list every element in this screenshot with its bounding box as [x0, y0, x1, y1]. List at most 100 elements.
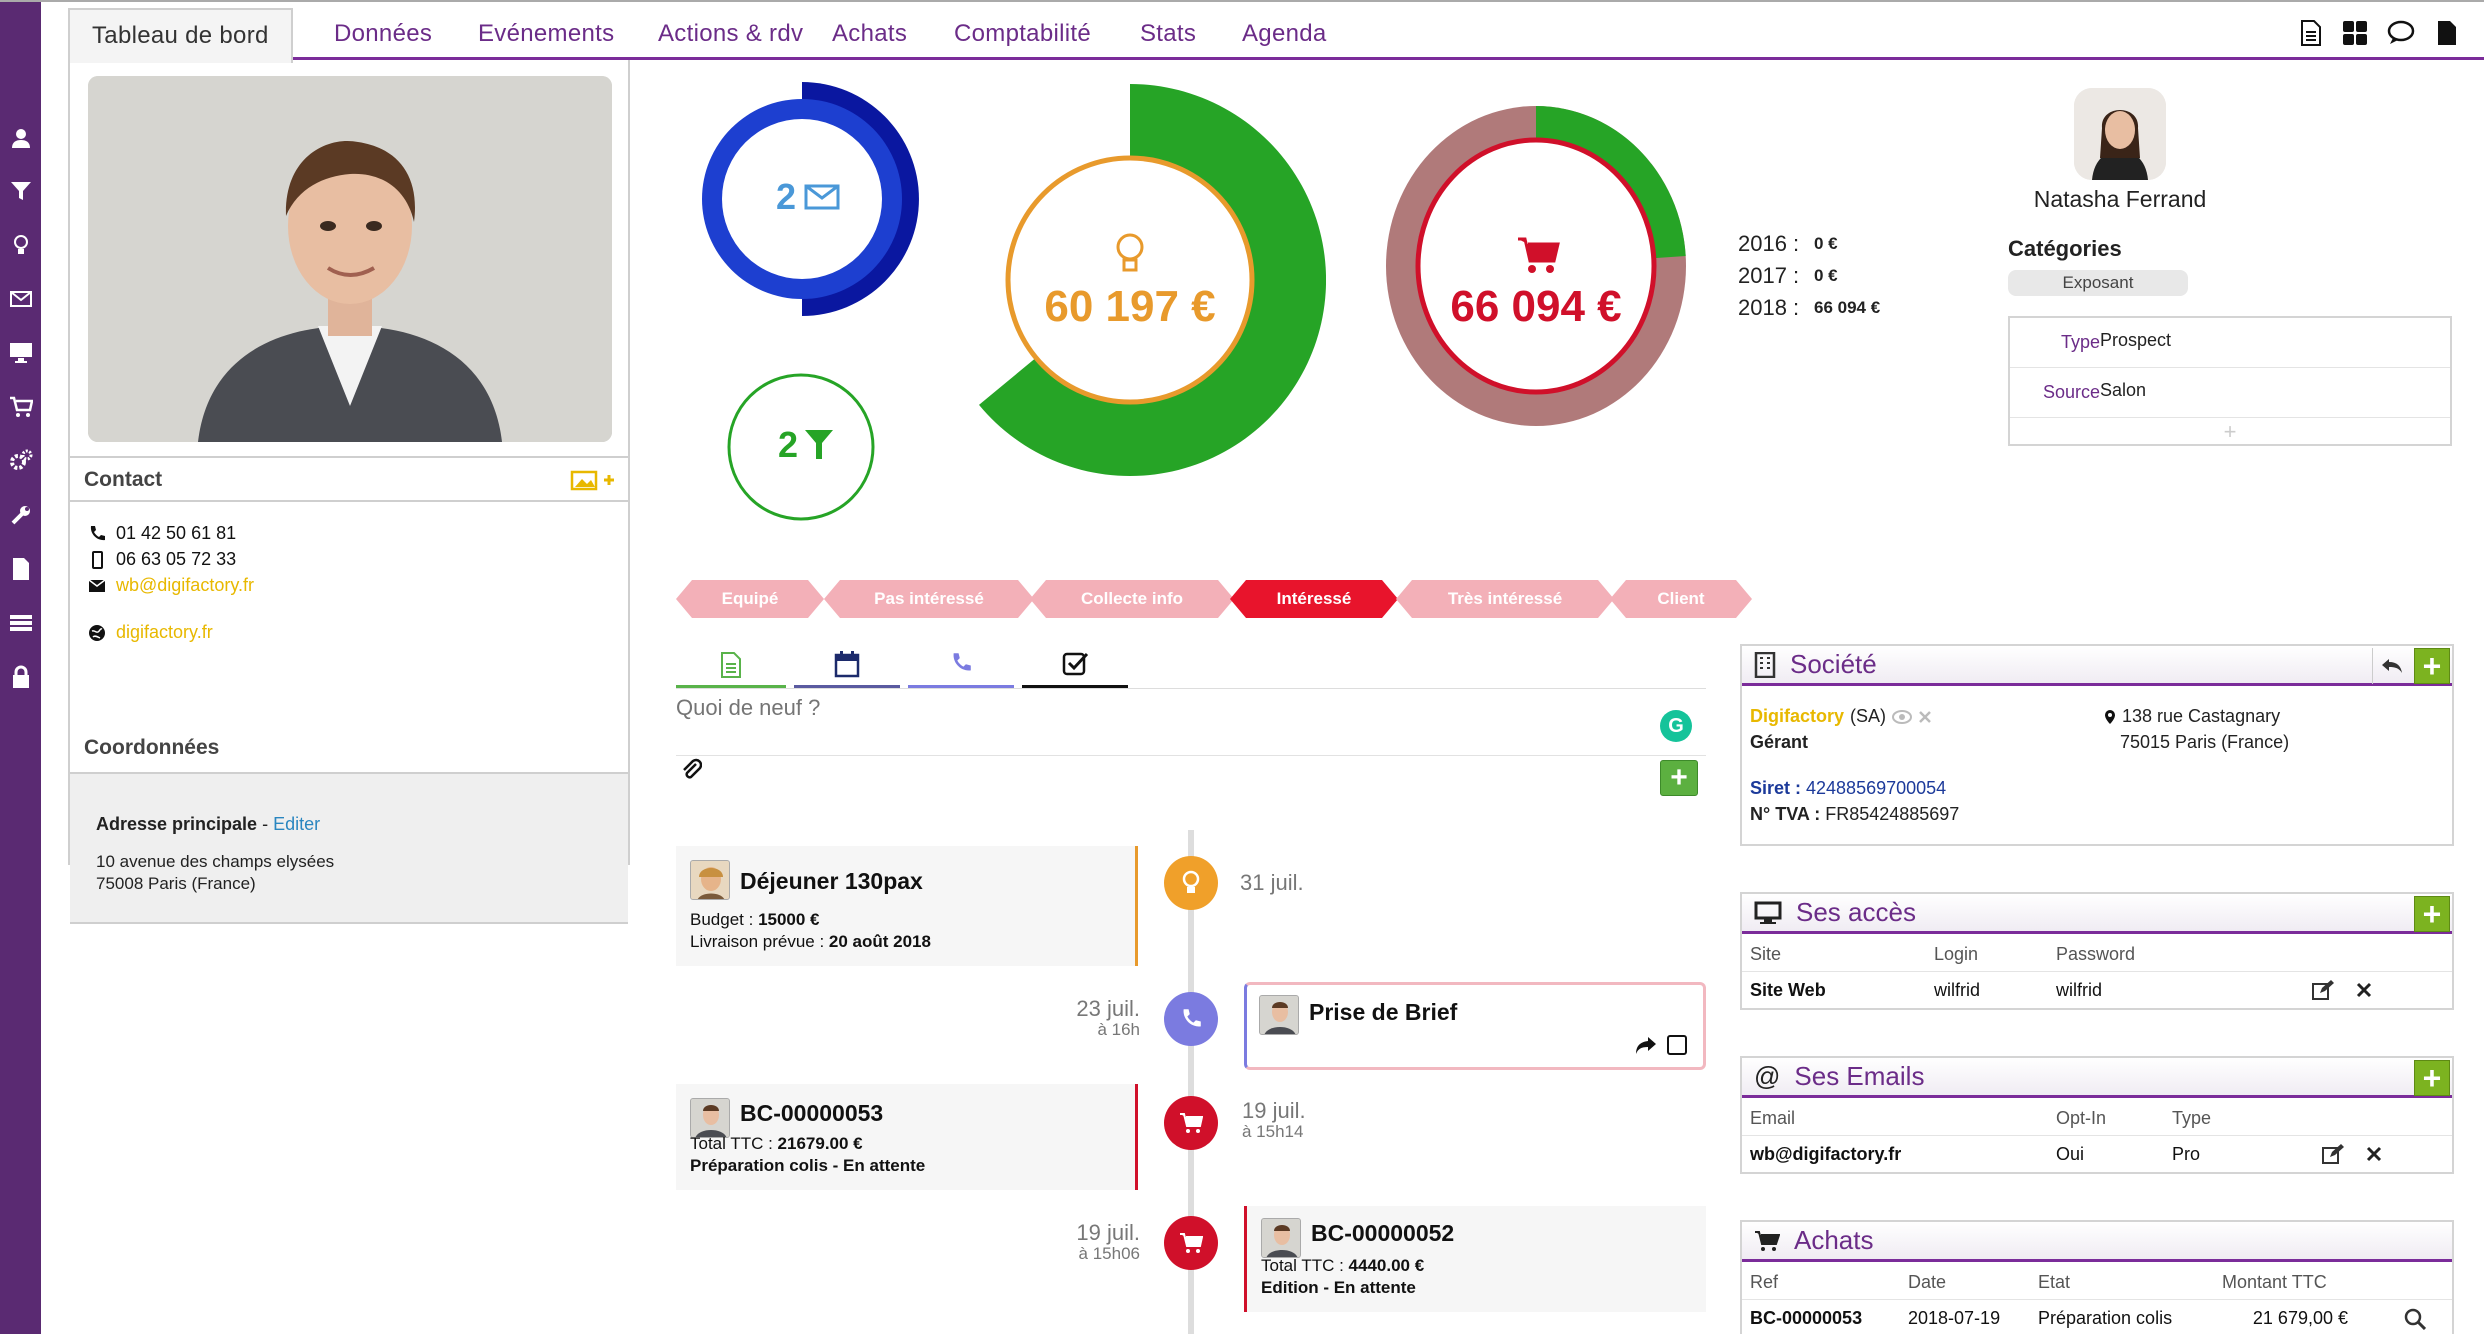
user-icon[interactable]: [6, 123, 36, 153]
list-icon[interactable]: [6, 608, 36, 638]
wrench-icon[interactable]: [6, 500, 36, 530]
opportunities-donut[interactable]: [934, 83, 1327, 476]
tab-task[interactable]: [1022, 640, 1128, 688]
edit-icon[interactable]: [2322, 1144, 2344, 1164]
lock-icon[interactable]: [6, 662, 36, 692]
mobile-number[interactable]: 06 63 05 72 33: [116, 549, 236, 570]
achat-date: 2018-07-19: [1908, 1308, 2001, 1328]
property-row: Type Prospect: [2010, 318, 2450, 368]
composer-divider: [676, 755, 1706, 756]
delete-icon[interactable]: [2366, 1146, 2382, 1162]
expand-icon[interactable]: +: [2220, 421, 2240, 443]
tab-comptabilite[interactable]: Comptabilité: [932, 8, 1113, 60]
achat-montant: 21 679,00 €: [2252, 1308, 2348, 1328]
grid-icon[interactable]: [2338, 16, 2372, 50]
edit-icon[interactable]: [2312, 980, 2334, 1000]
envelope-icon[interactable]: [6, 284, 36, 314]
achats-table-header: Ref Date Etat Montant TTC: [1742, 1264, 2452, 1300]
contact-email-link[interactable]: wb@digifactory.fr: [116, 575, 254, 596]
task-checkbox[interactable]: [1667, 1035, 1687, 1055]
funnel-icon[interactable]: [6, 176, 36, 206]
tva-label: N° TVA :: [1750, 804, 1826, 824]
phone-number[interactable]: 01 42 50 61 81: [116, 523, 236, 544]
timeline-dot-opportunity: [1164, 856, 1218, 910]
tab-agenda[interactable]: Agenda: [1220, 8, 1349, 60]
stage-pas-interesse[interactable]: Pas intéressé: [824, 580, 1034, 618]
timeline-title: Déjeuner 130pax: [740, 868, 923, 894]
timeline-card-order[interactable]: BC-00000052 Total TTC : 4440.00 € Editio…: [1244, 1206, 1706, 1312]
website-link[interactable]: digifactory.fr: [116, 622, 213, 643]
budget-value: 15000 €: [758, 910, 820, 929]
address-line-1: 10 avenue des champs elysées: [96, 852, 335, 871]
tab-event[interactable]: [794, 640, 900, 688]
societe-header: Société +: [1742, 646, 2452, 686]
owner-avatar[interactable]: [2074, 88, 2166, 180]
app: Tableau de bord Données Evénements Actio…: [0, 0, 2484, 1334]
file-icon[interactable]: [2430, 16, 2464, 50]
categories-title: Catégories: [2008, 236, 2122, 261]
stage-client[interactable]: Client: [1610, 580, 1752, 618]
sales-amount: 66 094 €: [1450, 282, 1622, 331]
year-value: 66 094 €: [1814, 298, 1881, 317]
company-form: (SA): [1850, 706, 1887, 726]
monitor-icon[interactable]: [6, 338, 36, 368]
avatar: [690, 1098, 730, 1138]
phone-icon: [1183, 1009, 1201, 1027]
tab-call[interactable]: [908, 640, 1014, 688]
acces-password: wilfrid: [2056, 980, 2103, 1000]
close-icon[interactable]: [1918, 710, 1932, 724]
document-icon[interactable]: [6, 554, 36, 584]
tab-achats[interactable]: Achats: [810, 8, 929, 60]
achat-ref[interactable]: BC-00000053: [1750, 1308, 1862, 1329]
add-image-icon[interactable]: [570, 468, 616, 492]
tab-note[interactable]: [676, 640, 786, 688]
year-value: 0 €: [1814, 234, 1838, 253]
timeline-budget: Budget : 15000 €: [690, 910, 820, 930]
stage-interesse[interactable]: Intéressé: [1230, 580, 1398, 618]
monitor-icon: [1754, 901, 1782, 924]
coords-section-title: Coordonnées: [84, 736, 220, 759]
grammarly-icon[interactable]: G: [1660, 710, 1692, 742]
gears-icon[interactable]: [6, 446, 36, 476]
timeline-date: 31 juil.: [1240, 870, 1304, 895]
timeline-title: BC-00000053: [740, 1100, 884, 1126]
emails-panel: @ Ses Emails + Email Opt-In Type wb@digi…: [1740, 1056, 2454, 1174]
search-icon[interactable]: [2404, 1308, 2426, 1330]
timeline-card-opportunity[interactable]: Déjeuner 130pax Budget : 15000 € Livrais…: [676, 846, 1138, 966]
status-input[interactable]: [676, 690, 1636, 726]
owner-name[interactable]: Natasha Ferrand: [1980, 186, 2260, 213]
mobile-line: 06 63 05 72 33: [88, 549, 236, 570]
stage-collecte-info[interactable]: Collecte info: [1030, 580, 1234, 618]
delete-icon[interactable]: [2356, 982, 2372, 998]
comment-icon[interactable]: [2384, 16, 2418, 50]
undo-icon[interactable]: [2372, 648, 2410, 684]
share-icon[interactable]: [1635, 1035, 1657, 1057]
add-acces-button[interactable]: +: [2414, 896, 2450, 932]
tab-stats[interactable]: Stats: [1118, 8, 1218, 60]
company-link[interactable]: Digifactory: [1750, 706, 1844, 727]
file-text-icon[interactable]: [2294, 16, 2328, 50]
paperclip-icon[interactable]: [680, 758, 704, 784]
achats-panel: Achats Ref Date Etat Montant TTC BC-0000…: [1740, 1220, 2454, 1334]
timeline-card-order[interactable]: BC-00000053 Total TTC : 21679.00 € Prépa…: [676, 1084, 1138, 1190]
eye-icon[interactable]: [1892, 709, 1913, 724]
stage-equipe[interactable]: Equipé: [676, 580, 824, 618]
bulb-icon[interactable]: [6, 230, 36, 260]
add-email-button[interactable]: +: [2414, 1060, 2450, 1096]
post-add-button[interactable]: +: [1660, 760, 1698, 796]
edit-address-link[interactable]: Editer: [273, 814, 320, 834]
coords-header: Coordonnées: [70, 728, 628, 774]
tab-tableau-de-bord[interactable]: Tableau de bord: [68, 8, 293, 63]
order-status: Edition - En attente: [1261, 1278, 1416, 1297]
tab-evenements[interactable]: Evénements: [456, 8, 636, 60]
address-label: Adresse principale: [96, 814, 258, 834]
stage-tres-interesse[interactable]: Très intéressé: [1396, 580, 1614, 618]
tab-donnees[interactable]: Données: [312, 8, 454, 60]
phone-line: 01 42 50 61 81: [88, 523, 236, 544]
cart-icon[interactable]: [6, 392, 36, 422]
tab-actions-rdv[interactable]: Actions & rdv: [636, 8, 825, 60]
table-row: BC-00000053 2018-07-19 Préparation colis…: [1742, 1300, 2452, 1334]
timeline-card-call[interactable]: Prise de Brief: [1244, 982, 1706, 1070]
emails-header: @ Ses Emails +: [1742, 1058, 2452, 1098]
add-societe-button[interactable]: +: [2414, 648, 2450, 684]
